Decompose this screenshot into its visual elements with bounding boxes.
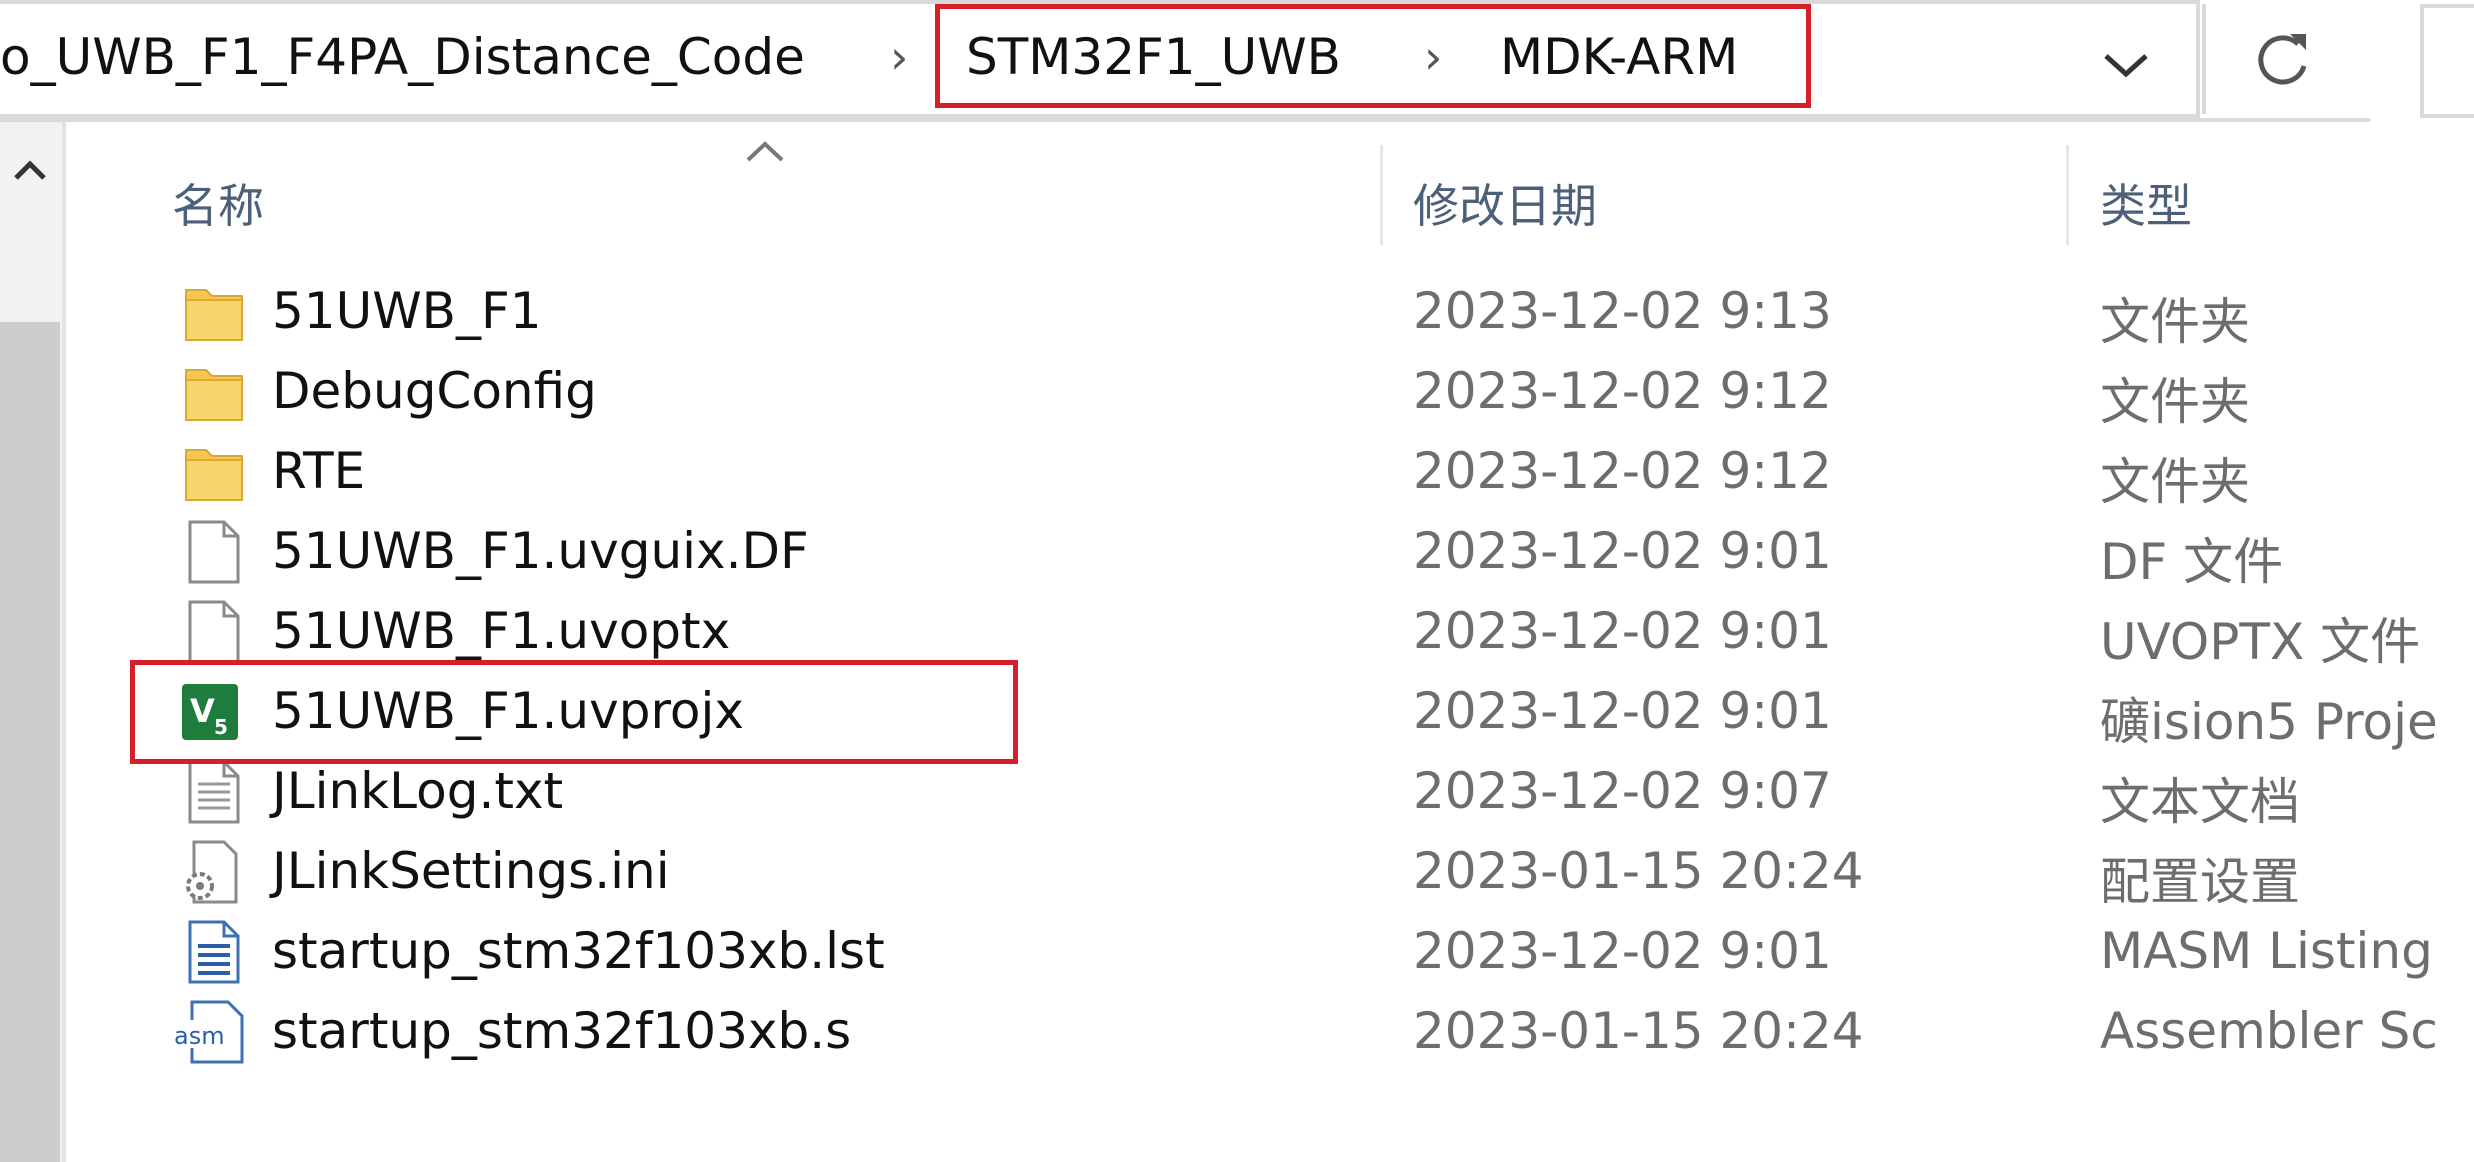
search-box[interactable] [2420, 4, 2474, 118]
file-type: 配置设置 [2100, 853, 2300, 911]
file-row[interactable]: 51UWB_F1 2023-12-02 9:13 文件夹 [0, 272, 2404, 352]
file-modified: 2023-12-02 9:07 [1413, 762, 1832, 820]
folder-icon [185, 449, 243, 501]
file-name[interactable]: 51UWB_F1 [272, 282, 542, 340]
file-modified: 2023-12-02 9:01 [1413, 522, 1832, 580]
file-row[interactable]: asm startup_stm32f103xb.s 2023-01-15 20:… [0, 992, 2438, 1072]
address-dropdown-button[interactable] [2050, 4, 2210, 114]
text-file-icon [188, 760, 240, 824]
file-modified: 2023-12-02 9:12 [1413, 442, 1832, 500]
file-name[interactable]: RTE [272, 442, 365, 500]
folder-icon [185, 289, 243, 341]
refresh-button[interactable] [2202, 4, 2362, 114]
folder-icon [185, 369, 243, 421]
listing-file-icon [188, 920, 240, 984]
file-modified: 2023-12-02 9:01 [1413, 682, 1832, 740]
file-type: MASM Listing [2100, 922, 2433, 980]
file-type: UVOPTX 文件 [2100, 613, 2421, 671]
column-header-type[interactable]: 类型 [2100, 170, 2192, 236]
chevron-down-icon [2104, 54, 2148, 78]
file-name[interactable]: JLinkSettings.ini [272, 842, 670, 900]
file-type: 礦ision5 Proje [2100, 693, 2438, 751]
breadcrumb-separator[interactable]: › [890, 30, 908, 84]
file-name[interactable]: 51UWB_F1.uvoptx [272, 602, 730, 660]
file-type: DF 文件 [2100, 533, 2284, 591]
breadcrumb-item-parent[interactable]: o_UWB_F1_F4PA_Distance_Code [0, 28, 805, 86]
file-modified: 2023-01-15 20:24 [1413, 1002, 1864, 1060]
file-name[interactable]: startup_stm32f103xb.s [272, 1002, 851, 1060]
scroll-up-icon[interactable] [10, 152, 50, 192]
file-row[interactable]: JLinkSettings.ini 2023-01-15 20:24 配置设置 [0, 832, 2404, 912]
breadcrumb-highlight-box [935, 4, 1811, 108]
file-row[interactable]: DebugConfig 2023-12-02 9:12 文件夹 [0, 352, 2404, 432]
file-name[interactable]: 51UWB_F1.uvguix.DF [272, 522, 809, 580]
file-type: 文件夹 [2100, 373, 2250, 431]
file-type: 文本文档 [2100, 773, 2300, 831]
file-type: 文件夹 [2100, 293, 2250, 351]
file-row[interactable]: JLinkLog.txt 2023-12-02 9:07 文本文档 [0, 752, 2404, 832]
refresh-icon [2258, 34, 2307, 85]
svg-text:asm: asm [174, 1022, 225, 1050]
column-divider[interactable] [1380, 145, 1383, 245]
file-icon [188, 520, 240, 584]
file-icon [188, 600, 240, 664]
column-header-name[interactable]: 名称 [172, 170, 264, 236]
file-modified: 2023-12-02 9:13 [1413, 282, 1832, 340]
column-divider[interactable] [2066, 145, 2069, 245]
file-modified: 2023-01-15 20:24 [1413, 842, 1864, 900]
file-name[interactable]: startup_stm32f103xb.lst [272, 922, 885, 980]
file-modified: 2023-12-02 9:01 [1413, 922, 1832, 980]
sort-ascending-icon [746, 141, 784, 162]
column-header-modified[interactable]: 修改日期 [1413, 170, 1597, 236]
file-row[interactable]: RTE 2023-12-02 9:12 文件夹 [0, 432, 2404, 512]
asm-file-icon: asm [172, 1000, 244, 1064]
file-modified: 2023-12-02 9:12 [1413, 362, 1832, 420]
file-row[interactable]: startup_stm32f103xb.lst 2023-12-02 9:01 … [0, 912, 2433, 992]
file-name[interactable]: JLinkLog.txt [272, 762, 563, 820]
settings-file-icon [186, 840, 238, 904]
file-type: Assembler Sc [2100, 1002, 2438, 1060]
file-row[interactable]: 51UWB_F1.uvguix.DF 2023-12-02 9:01 DF 文件 [0, 512, 2404, 592]
file-modified: 2023-12-02 9:01 [1413, 602, 1832, 660]
file-highlight-box [130, 660, 1018, 764]
file-name[interactable]: DebugConfig [272, 362, 597, 420]
address-bar: o_UWB_F1_F4PA_Distance_Code › STM32F1_UW… [0, 0, 2474, 122]
file-type: 文件夹 [2100, 453, 2250, 511]
